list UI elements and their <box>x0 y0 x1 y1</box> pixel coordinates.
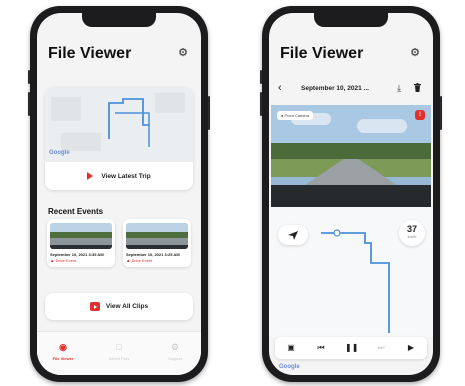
gear-icon[interactable]: ⚙ <box>177 47 189 59</box>
chevron-left-icon[interactable]: ‹ <box>278 82 282 94</box>
event-type: Drive Event <box>131 258 153 263</box>
view-all-clips-label: View All Clips <box>105 303 149 310</box>
side-button <box>440 96 442 130</box>
alert-icon[interactable]: ! <box>415 110 425 120</box>
latest-trip-card[interactable]: Google View Latest Trip <box>45 87 193 190</box>
video-camera-icon[interactable]: ▶ <box>405 343 417 353</box>
tab-bar: ◉ File Viewer □ Saved Files ⚙ Support <box>37 331 201 375</box>
screen-left: File Viewer ⚙ Google View Latest Trip Re… <box>37 13 201 375</box>
dashcam-icon: ◉ <box>59 342 67 352</box>
trip-map[interactable]: Google <box>45 87 193 161</box>
video-player[interactable]: ● Front Camera ! <box>271 105 431 207</box>
page-title: File Viewer <box>280 45 364 62</box>
play-icon <box>87 172 94 180</box>
recent-events-title: Recent Events <box>48 207 104 216</box>
warning-icon: ▲ <box>50 258 55 263</box>
recenter-button[interactable] <box>278 225 308 245</box>
screen-right: File Viewer ⚙ ‹ September 10, 2021 ... ⤓… <box>269 13 433 375</box>
phone-right: File Viewer ⚙ ‹ September 10, 2021 ... ⤓… <box>260 6 442 382</box>
tab-label: Saved Files <box>108 356 130 361</box>
camera-label-text: Front Camera <box>284 113 310 118</box>
event-type-row: ▲ Drive Event <box>126 258 152 263</box>
side-button <box>260 92 262 116</box>
route-map[interactable]: 37 km/h <box>269 207 433 337</box>
gear-icon[interactable]: ⚙ <box>409 47 421 59</box>
side-button <box>260 70 262 84</box>
tab-saved-files[interactable]: □ Saved Files <box>99 342 139 361</box>
download-icon[interactable]: ⤓ <box>397 83 401 94</box>
clips-icon <box>89 302 100 311</box>
trip-nav-bar: ‹ September 10, 2021 ... ⤓ <box>269 81 433 99</box>
side-button <box>208 96 210 130</box>
side-button <box>28 92 30 116</box>
speed-unit: km/h <box>407 234 417 239</box>
event-date: September 10, 2021 3:35 AM <box>50 252 104 257</box>
skip-back-icon[interactable]: ⏮ <box>315 343 327 353</box>
google-attribution: Google <box>49 150 70 156</box>
speed-indicator: 37 km/h <box>399 220 425 246</box>
tab-file-viewer[interactable]: ◉ File Viewer <box>43 342 83 361</box>
skip-forward-icon[interactable]: ⏭ <box>375 343 387 353</box>
page-title: File Viewer <box>48 45 132 62</box>
saved-files-icon: □ <box>116 342 122 352</box>
event-type-row: ▲ Drive Event <box>50 258 76 263</box>
playback-controls: ▣ ⏮ ❚❚ ⏭ ▶ <box>275 337 427 359</box>
camera-switch-icon[interactable]: ▣ <box>285 343 297 353</box>
warning-icon: ▲ <box>126 258 131 263</box>
event-thumbnail <box>126 223 188 249</box>
speed-value: 37 <box>406 224 417 234</box>
tab-label: File Viewer <box>52 356 74 361</box>
view-latest-trip-button[interactable]: View Latest Trip <box>45 161 193 190</box>
trip-date: September 10, 2021 ... <box>301 85 369 92</box>
phone-left: File Viewer ⚙ Google View Latest Trip Re… <box>28 6 210 382</box>
event-card[interactable]: September 10, 2021 3:35 AM ▲ Drive Event <box>47 219 115 267</box>
event-thumbnail <box>50 223 112 249</box>
notch <box>82 13 156 27</box>
location-arrow-icon <box>288 231 298 240</box>
side-button <box>28 70 30 84</box>
google-attribution: Google <box>279 364 300 370</box>
tab-support[interactable]: ⚙ Support <box>155 342 195 361</box>
event-type: Drive Event <box>55 258 77 263</box>
event-card[interactable]: September 10, 2021 3:25 AM ▲ Drive Event <box>123 219 191 267</box>
notch <box>314 13 388 27</box>
pause-icon[interactable]: ❚❚ <box>345 343 358 353</box>
view-latest-trip-label: View Latest Trip <box>101 172 151 180</box>
event-date: September 10, 2021 3:25 AM <box>126 252 180 257</box>
support-icon: ⚙ <box>170 342 180 352</box>
camera-label: ● Front Camera <box>277 111 314 120</box>
tab-label: Support <box>167 356 182 361</box>
view-all-clips-button[interactable]: View All Clips <box>45 293 193 320</box>
trash-icon[interactable] <box>414 83 421 92</box>
